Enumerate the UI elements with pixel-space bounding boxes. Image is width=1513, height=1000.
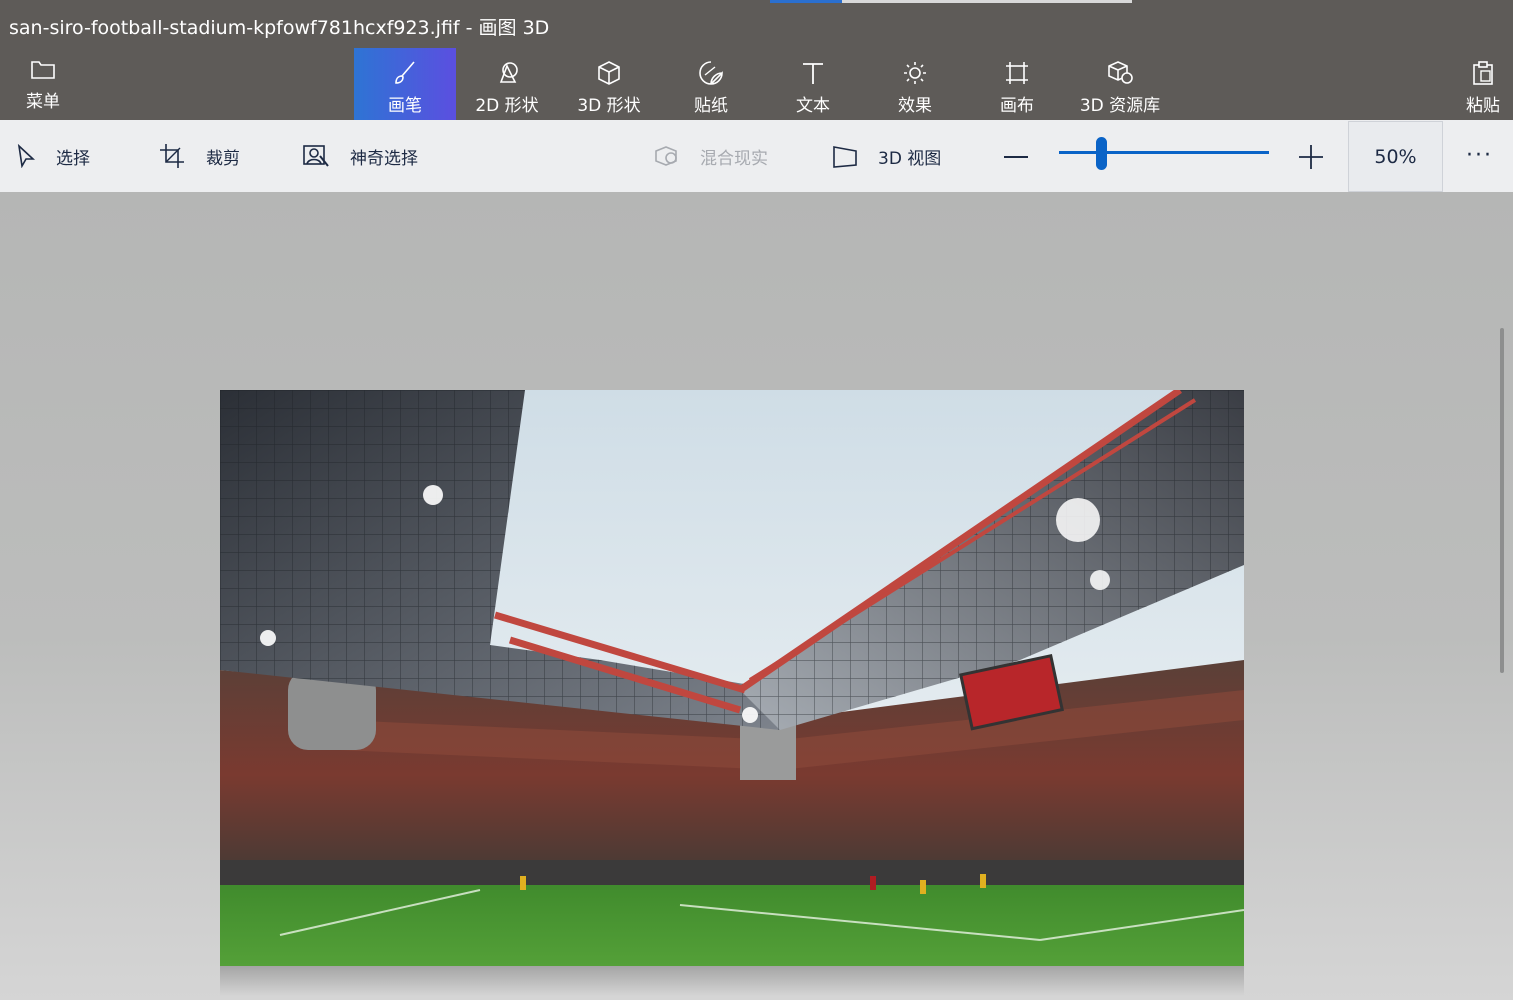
title-progress-fill [770,0,843,3]
tab-2d-shapes-label: 2D 形状 [475,96,539,116]
cursor-arrow-icon [17,144,36,168]
secondary-toolbar: 选择 裁剪 神奇选择 混合现实 3D 视图 [0,120,1513,192]
canvas-shadow [220,966,1244,996]
mixed-reality-label: 混合现实 [700,148,768,169]
crop-icon [160,144,184,168]
tab-effects-label: 效果 [898,96,932,116]
3d-view-icon [833,146,857,168]
title-progress-bar [770,0,1132,3]
3d-library-icon [1108,61,1133,84]
stadium-photo [220,390,1244,966]
zoom-in-button[interactable] [1298,144,1324,170]
zoom-slider-thumb[interactable] [1096,137,1107,170]
menu-button[interactable]: 菜单 [14,48,72,120]
sun-effects-icon [904,62,926,84]
clipboard-icon [1473,61,1493,85]
tab-canvas-label: 画布 [1000,96,1034,116]
tab-brushes[interactable]: 画笔 [354,48,456,120]
folder-icon [31,61,55,79]
crop-label: 裁剪 [206,148,240,169]
zoom-out-button[interactable] [1004,156,1028,158]
select-label: 选择 [56,148,90,169]
tab-3d-library-label: 3D 资源库 [1079,96,1161,116]
tab-canvas[interactable]: 画布 [982,48,1052,120]
magic-select-button[interactable]: 神奇选择 [302,140,418,172]
3d-cube-icon [598,61,620,85]
menu-label: 菜单 [26,92,60,112]
vertical-scrollbar[interactable] [1500,328,1504,673]
ribbon: 菜单 画笔 2D 形状 3D 形状 贴纸 文本 效果 画布 3D 资源库 粘贴 [0,48,1513,120]
tab-3d-shapes[interactable]: 3D 形状 [568,48,650,120]
zoom-level-text: 50% [1374,145,1417,168]
tab-text[interactable]: 文本 [778,48,848,120]
paste-label: 粘贴 [1466,96,1500,116]
crop-button[interactable]: 裁剪 [158,140,240,172]
canvas-image[interactable] [220,390,1244,966]
paste-button[interactable]: 粘贴 [1458,48,1508,120]
tab-brushes-label: 画笔 [388,96,422,116]
3d-view-button[interactable]: 3D 视图 [830,140,941,172]
select-button[interactable]: 选择 [16,140,90,172]
tab-3d-shapes-label: 3D 形状 [577,96,641,116]
mixed-reality-button[interactable]: 混合现实 [652,140,768,172]
title-bar: san-siro-football-stadium-kpfowf781hcxf9… [0,0,1513,48]
zoom-slider[interactable] [1059,151,1269,154]
sticker-icon [699,61,723,85]
canvas-icon [1006,62,1028,84]
tab-2d-shapes[interactable]: 2D 形状 [466,48,548,120]
tab-stickers[interactable]: 贴纸 [676,48,746,120]
brush-icon [395,61,415,84]
tab-text-label: 文本 [796,96,830,116]
2d-shapes-icon [499,62,518,83]
more-options-button[interactable]: ··· [1466,143,1493,168]
3d-view-label: 3D 视图 [878,148,942,169]
mixed-reality-icon [655,146,677,166]
tab-effects[interactable]: 效果 [880,48,950,120]
tab-3d-library[interactable]: 3D 资源库 [1074,48,1166,120]
text-icon [803,63,823,84]
tab-stickers-label: 贴纸 [694,96,728,116]
magic-select-label: 神奇选择 [350,148,418,169]
magic-select-icon [303,145,329,167]
window-title: san-siro-football-stadium-kpfowf781hcxf9… [9,17,550,39]
zoom-level-display[interactable]: 50% [1348,121,1443,192]
